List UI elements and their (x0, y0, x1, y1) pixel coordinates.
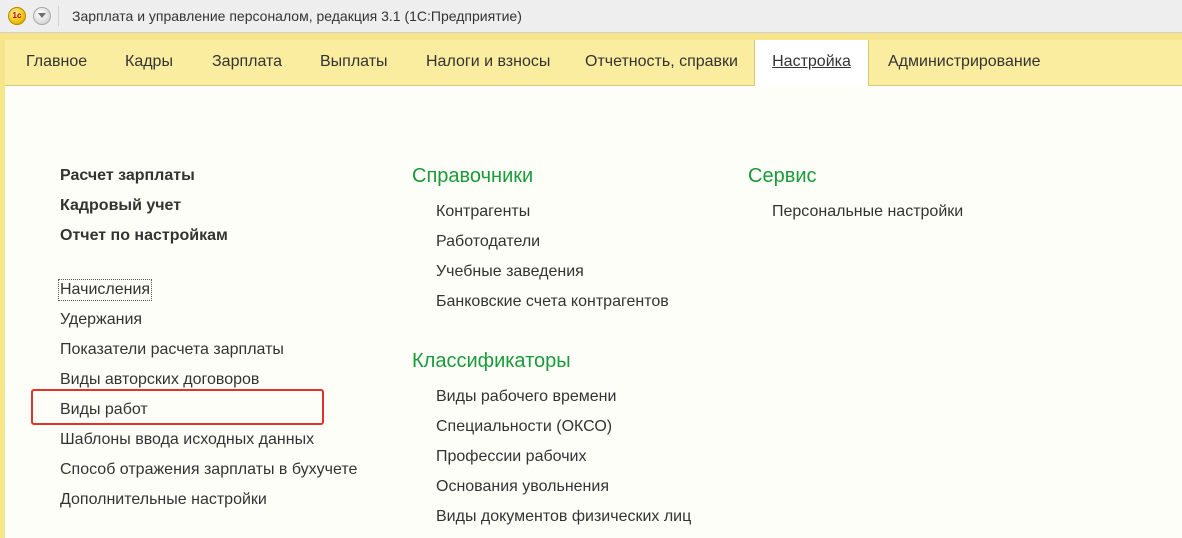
tab-label: Выплаты (320, 53, 388, 70)
group-title-catalogs: Справочники (412, 165, 534, 187)
tab-label: Настройка (772, 53, 851, 70)
sections-panel: Главное Кадры Зарплата Выплаты Налоги и … (5, 40, 1182, 86)
tab-main[interactable]: Главное (26, 40, 87, 85)
title-separator (58, 6, 59, 26)
command-counterparty-bank-accounts[interactable]: Банковские счета контрагентов (436, 293, 669, 311)
app-logo-icon[interactable]: 1с (8, 7, 26, 25)
tab-salary[interactable]: Зарплата (212, 40, 282, 85)
command-worker-professions[interactable]: Профессии рабочих (436, 448, 586, 466)
command-specialties-okso[interactable]: Специальности (ОКСО) (436, 418, 612, 436)
command-deductions[interactable]: Удержания (60, 311, 142, 329)
tab-settings[interactable]: Настройка (754, 40, 869, 86)
command-additional-settings[interactable]: Дополнительные настройки (60, 491, 267, 509)
tab-reports[interactable]: Отчетность, справки (585, 40, 738, 85)
command-salary-accounting-method[interactable]: Способ отражения зарплаты в бухучете (60, 461, 357, 479)
title-bar: 1с Зарплата и управление персоналом, ред… (0, 0, 1182, 33)
group-title-service: Сервис (748, 165, 817, 187)
command-payroll-indicators[interactable]: Показатели расчета зарплаты (60, 341, 284, 359)
tab-taxes[interactable]: Налоги и взносы (426, 40, 550, 85)
command-educational-institutions[interactable]: Учебные заведения (436, 263, 584, 281)
tab-label: Администрирование (888, 53, 1041, 70)
tab-administration[interactable]: Администрирование (888, 40, 1041, 85)
main-menu-button[interactable] (33, 7, 51, 25)
command-settings-report[interactable]: Отчет по настройкам (60, 227, 228, 245)
command-working-time-types[interactable]: Виды рабочего времени (436, 388, 616, 406)
highlight-frame (31, 389, 324, 425)
group-title-classifiers: Классификаторы (412, 350, 571, 372)
command-employers[interactable]: Работодатели (436, 233, 540, 251)
tab-label: Отчетность, справки (585, 53, 738, 70)
tab-payments[interactable]: Выплаты (320, 40, 388, 85)
command-input-templates[interactable]: Шаблоны ввода исходных данных (60, 431, 314, 449)
command-counterparties[interactable]: Контрагенты (436, 203, 530, 221)
tab-personnel[interactable]: Кадры (125, 40, 173, 85)
command-personal-settings[interactable]: Персональные настройки (772, 203, 963, 221)
command-author-contract-types[interactable]: Виды авторских договоров (60, 371, 259, 389)
command-payroll-calculation[interactable]: Расчет зарплаты (60, 167, 195, 185)
tab-label: Зарплата (212, 53, 283, 70)
sections-panel-top (5, 33, 1182, 40)
tab-label: Кадры (125, 53, 173, 70)
app-window: 1с Зарплата и управление персоналом, ред… (0, 0, 1182, 538)
tab-label: Налоги и взносы (426, 53, 551, 70)
chevron-down-icon (38, 13, 46, 18)
command-accruals[interactable]: Начисления (57, 279, 153, 301)
tab-label: Главное (26, 53, 88, 70)
command-identity-document-types[interactable]: Виды документов физических лиц (436, 508, 691, 526)
command-hr-accounting[interactable]: Кадровый учет (60, 197, 181, 215)
window-title: Зарплата и управление персоналом, редакц… (72, 8, 522, 24)
command-dismissal-reasons[interactable]: Основания увольнения (436, 478, 609, 496)
